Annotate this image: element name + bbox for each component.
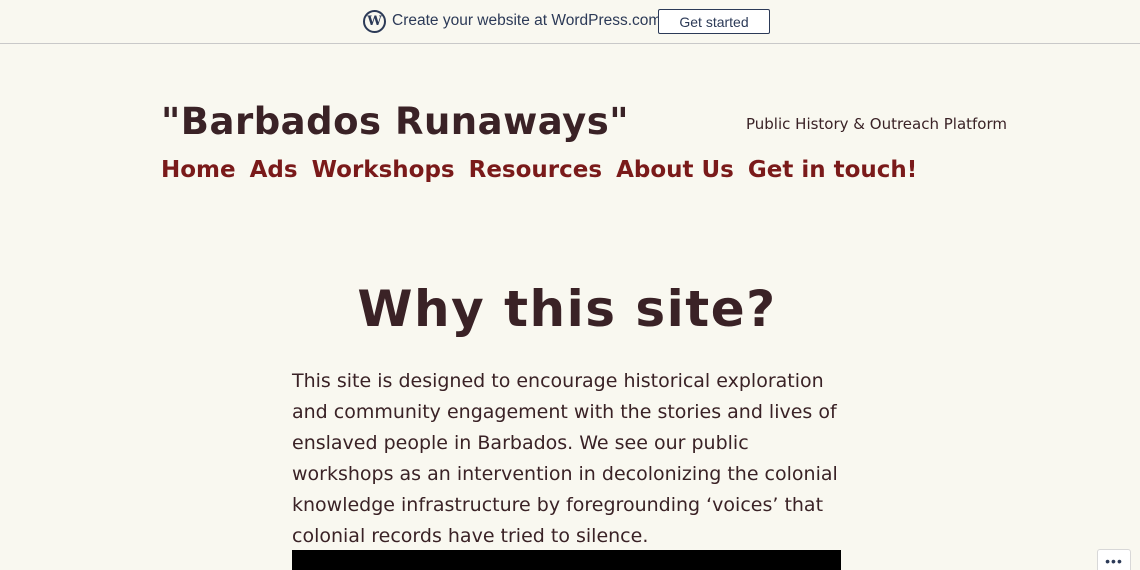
page-heading: Why this site? [357,280,777,338]
nav-item-ads[interactable]: Ads [250,157,298,183]
nav-item-about-us[interactable]: About Us [616,157,734,183]
nav-item-home[interactable]: Home [161,157,236,183]
nav-item-get-in-touch[interactable]: Get in touch! [748,157,917,183]
main-navigation: Home Ads Workshops Resources About Us Ge… [161,157,931,183]
wordpress-logo-icon[interactable]: W [363,10,386,33]
get-started-button[interactable]: Get started [658,9,770,34]
promo-text[interactable]: Create your website at WordPress.com [392,12,661,30]
more-options-icon[interactable]: ••• [1097,549,1131,570]
intro-paragraph: This site is designed to encourage histo… [292,370,838,547]
wordpress-promo-bar: W Create your website at WordPress.com G… [0,0,1140,44]
site-title[interactable]: "Barbados Runaways" [161,100,629,143]
site-tagline: Public History & Outreach Platform [746,115,1007,133]
video-embed[interactable] [292,550,841,570]
nav-item-workshops[interactable]: Workshops [312,157,455,183]
nav-item-resources[interactable]: Resources [469,157,602,183]
